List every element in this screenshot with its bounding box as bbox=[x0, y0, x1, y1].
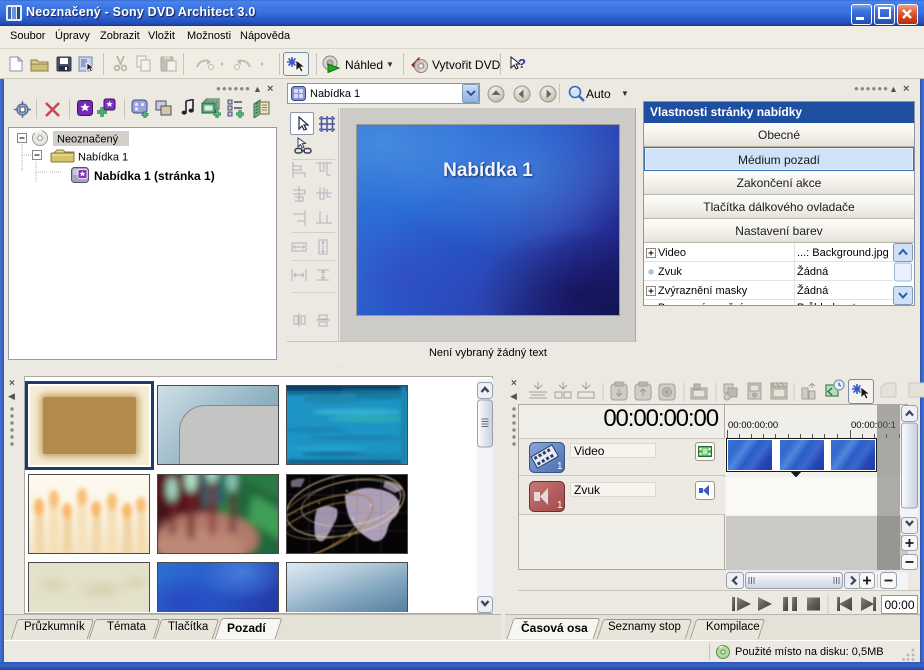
svg-text:Neoznačený: Neoznačený bbox=[57, 134, 119, 146]
svg-text:Nabídka 1: Nabídka 1 bbox=[78, 152, 128, 164]
svg-text:1: 1 bbox=[557, 500, 563, 511]
svg-text:1: 1 bbox=[557, 461, 563, 472]
svg-text:Nabídka 1 (stránka 1): Nabídka 1 (stránka 1) bbox=[94, 169, 215, 183]
svg-text:?: ? bbox=[518, 56, 526, 71]
